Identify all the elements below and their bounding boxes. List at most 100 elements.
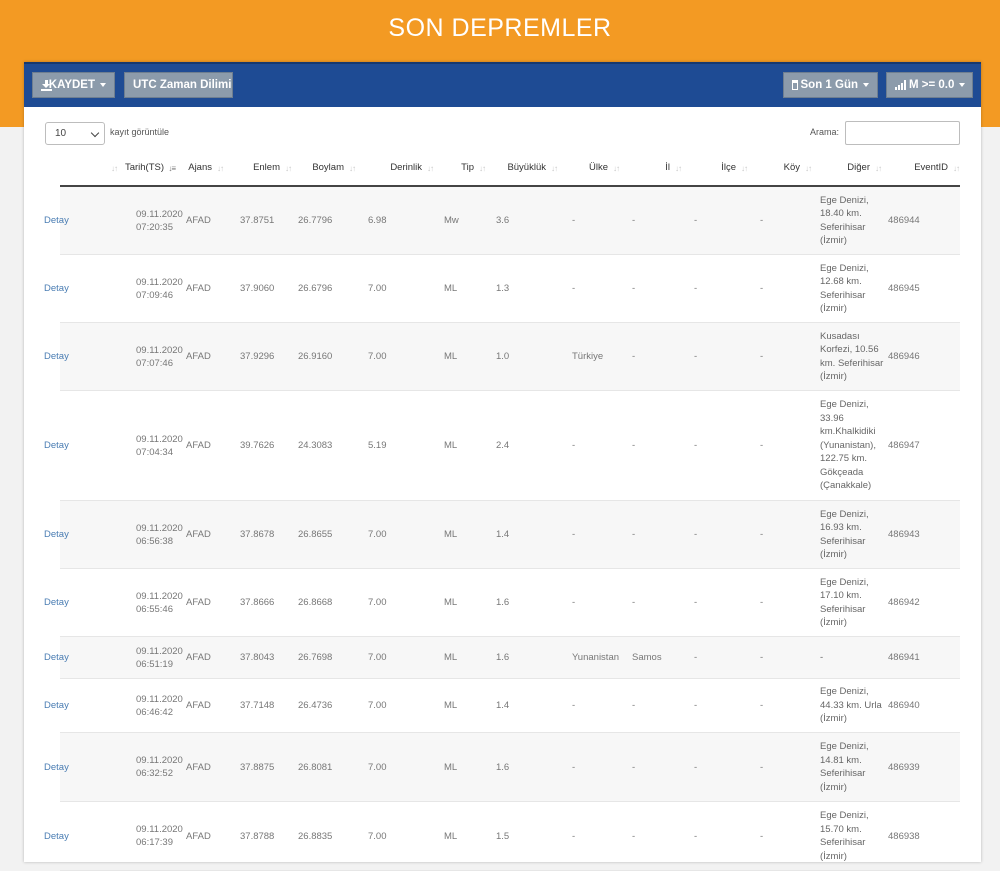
sort-icon: ↓↑	[953, 164, 960, 173]
cell-type: ML	[444, 283, 458, 294]
header-col-latitude[interactable]: Enlem ↓↑	[224, 150, 292, 185]
cell-agency: AFAD	[186, 597, 211, 608]
cell-village: -	[760, 700, 764, 711]
cell-depth: 7.00	[368, 283, 387, 294]
cell-magnitude: 3.6	[496, 215, 510, 226]
cell-province: -	[632, 215, 636, 226]
cell-agency: AFAD	[186, 215, 211, 226]
header-col-date[interactable]: Tarih(TS) ↓≡	[118, 150, 176, 185]
header-col-district[interactable]: İlçe ↓↑	[682, 150, 748, 185]
header-col-eventid[interactable]: EventID ↓↑	[882, 150, 960, 185]
detail-link[interactable]: Detay	[44, 255, 118, 322]
save-dropdown-button[interactable]: KAYDET	[32, 72, 115, 98]
cell-longitude: 26.7698	[298, 652, 333, 663]
cell-latitude: 37.9296	[240, 351, 275, 362]
sort-icon: ↓↑	[427, 164, 434, 173]
sort-desc-icon: ↓≡	[168, 164, 176, 173]
detail-link[interactable]: Detay	[44, 391, 118, 500]
cell-latitude: 37.8678	[240, 529, 275, 540]
cell-district: -	[694, 700, 698, 711]
cell-village: -	[760, 215, 764, 226]
cell-agency: AFAD	[186, 830, 211, 842]
header-col-type[interactable]: Tip ↓↑	[434, 150, 486, 185]
calendar-icon	[792, 80, 798, 90]
table-header: ↓↑ Tarih(TS) ↓≡ Ajans ↓↑ Enlem ↓↑ Boylam ↓↑ Derin…	[60, 150, 960, 187]
header-col-longitude[interactable]: Boylam ↓↑	[292, 150, 356, 185]
detail-link[interactable]: Detay	[44, 569, 118, 636]
page-title: SON DEPREMLER	[388, 14, 612, 42]
header-col-depth[interactable]: Derinlik ↓↑	[356, 150, 434, 185]
cell-province: -	[632, 761, 636, 773]
page-length-label: kayıt görüntüle	[110, 127, 170, 137]
header-col-other[interactable]: Diğer ↓↑	[812, 150, 882, 185]
cell-other: Ege Denizi, 33.96 km.Khalkidiki (Yunanis…	[820, 399, 876, 492]
cell-date: 09.11.2020 07:20:35	[136, 208, 183, 233]
page-length-select[interactable]: 10	[45, 122, 105, 145]
header-col-country[interactable]: Ülke ↓↑	[558, 150, 620, 185]
cell-latitude: 37.7148	[240, 700, 275, 711]
search-label: Arama:	[810, 127, 840, 137]
header-col-village[interactable]: Köy ↓↑	[748, 150, 812, 185]
header-col-agency[interactable]: Ajans ↓↑	[176, 150, 224, 185]
detail-link[interactable]: Detay	[44, 187, 118, 254]
detail-link[interactable]: Detay	[44, 501, 118, 568]
cell-longitude: 26.9160	[298, 351, 333, 362]
search-input[interactable]	[845, 121, 960, 145]
table-row: Detay 09.11.2020 06:32:52 AFAD 37.8875 26.80…	[44, 733, 960, 802]
cell-latitude: 37.8043	[240, 652, 275, 663]
header-col-magnitude[interactable]: Büyüklük ↓↑	[486, 150, 558, 185]
table-row: Detay 09.11.2020 06:56:38 AFAD 37.8678 26.86…	[44, 501, 960, 569]
cell-country: -	[572, 761, 576, 773]
header-label: EventID	[914, 162, 948, 173]
cell-depth: 7.00	[368, 652, 387, 663]
cell-other: Ege Denizi, 15.70 km. Seferihisar (İzmir…	[820, 810, 869, 862]
utc-timezone-button[interactable]: UTC Zaman Dilimi	[124, 72, 233, 98]
header-label: Ajans	[188, 162, 212, 173]
cell-village: -	[760, 652, 764, 663]
cell-country: -	[572, 283, 576, 294]
detail-link[interactable]: Detay	[44, 733, 118, 801]
cell-depth: 7.00	[368, 529, 387, 540]
cell-latitude: 39.7626	[240, 440, 275, 451]
cell-country: Yunanistan	[572, 652, 620, 663]
table-row: Detay 09.11.2020 06:17:39 AFAD 37.8788 26.88…	[44, 802, 960, 871]
cell-latitude: 37.8751	[240, 215, 275, 226]
cell-depth: 6.98	[368, 215, 387, 226]
cell-date: 09.11.2020 07:07:46	[136, 344, 183, 369]
cell-date: 09.11.2020 06:56:38	[136, 522, 183, 547]
cell-latitude: 37.9060	[240, 283, 275, 294]
cell-village: -	[760, 351, 764, 362]
header-col-detail[interactable]: ↓↑	[60, 150, 118, 185]
cell-eventid: 486939	[888, 761, 920, 773]
cell-agency: AFAD	[186, 283, 211, 294]
download-icon	[41, 79, 52, 91]
header-label: Tip	[461, 162, 474, 173]
detail-link[interactable]: Detay	[44, 323, 118, 390]
cell-agency: AFAD	[186, 351, 211, 362]
table-row: Detay 09.11.2020 07:09:46 AFAD 37.9060 26.67…	[44, 255, 960, 323]
cell-eventid: 486945	[888, 283, 920, 294]
cell-province: -	[632, 700, 636, 711]
header-label: Köy	[783, 162, 800, 173]
cell-longitude: 26.8655	[298, 529, 333, 540]
cell-country: -	[572, 440, 576, 451]
time-period-dropdown[interactable]: Son 1 Gün	[783, 72, 878, 98]
detail-link[interactable]: Detay	[44, 802, 118, 870]
cell-type: ML	[444, 529, 458, 540]
cell-district: -	[694, 351, 698, 362]
header-col-province[interactable]: İl ↓↑	[620, 150, 682, 185]
magnitude-filter-dropdown[interactable]: M >= 0.0	[886, 72, 973, 98]
toolbar: KAYDET UTC Zaman Dilimi Son 1 Gün M >= 0…	[24, 62, 981, 107]
cell-other: Ege Denizi, 12.68 km. Seferihisar (İzmir…	[820, 262, 869, 315]
table-row: Detay 09.11.2020 06:51:19 AFAD 37.8043 26.76…	[44, 637, 960, 679]
cell-district: -	[694, 597, 698, 608]
earthquake-panel: KAYDET UTC Zaman Dilimi Son 1 Gün M >= 0…	[24, 62, 981, 871]
cell-type: Mw	[444, 215, 459, 226]
cell-date: 09.11.2020 06:17:39	[136, 824, 183, 848]
cell-district: -	[694, 652, 698, 663]
cell-village: -	[760, 440, 764, 451]
detail-link[interactable]: Detay	[44, 679, 118, 732]
cell-date: 09.11.2020 06:51:19	[136, 645, 183, 670]
cell-other: Ege Denizi, 18.40 km. Seferihisar (İzmir…	[820, 194, 869, 247]
detail-link[interactable]: Detay	[44, 637, 118, 678]
